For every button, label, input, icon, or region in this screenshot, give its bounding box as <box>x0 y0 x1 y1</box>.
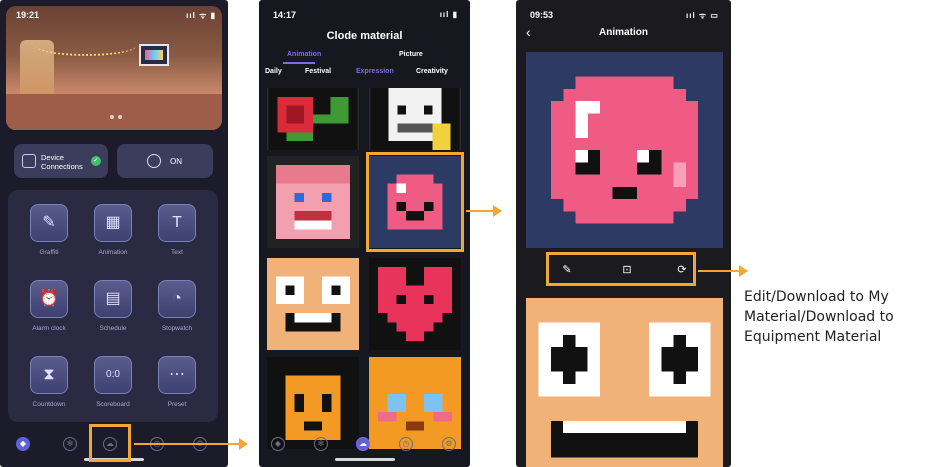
cloud-tab-highlight <box>89 424 131 462</box>
arrow-to-material <box>134 438 248 450</box>
status-icons: ııl ᯤ ▮ <box>186 11 216 20</box>
arrow-to-animation <box>466 205 502 217</box>
category-creativity[interactable]: Creativity <box>416 68 448 75</box>
tile-label: Animation <box>98 249 128 256</box>
tab-picture[interactable]: Picture <box>399 51 423 58</box>
tab-animation[interactable]: Animation <box>287 51 321 58</box>
device-icon <box>22 154 36 168</box>
page-title: Clode material <box>326 30 403 42</box>
device-connections-label: Device Connections <box>41 153 83 171</box>
tile-label: Alarm clock <box>32 325 66 332</box>
home-screen: 19:21 ııl ᯤ ▮ Device Connections ✓ ON ✎ G… <box>0 0 228 467</box>
animation-preview <box>526 52 723 248</box>
timer-icon[interactable]: ◷ <box>399 437 413 451</box>
tile-schedule[interactable]: ▤ Schedule <box>81 280 145 342</box>
scoreboard-icon: 0:0 <box>94 356 132 394</box>
power-on-button[interactable]: ON <box>117 144 213 178</box>
animation-icon: ▦ <box>94 204 132 242</box>
animation-detail-screen: 09:53 ııl ᯤ ▭ ‹ Animation ✎ ⊡ ⟳ <box>516 0 731 467</box>
compass-icon[interactable]: ◆ <box>16 437 30 451</box>
tile-label: Text <box>171 249 183 256</box>
function-grid: ✎ Graffiti ▦ Animation T Text ⏰ Alarm clock ▤ Sch… <box>8 190 218 422</box>
tile-preset[interactable]: ⋯ Preset <box>145 356 209 418</box>
tile-label: Schedule <box>99 325 127 332</box>
category-festival[interactable]: Festival <box>305 68 331 75</box>
status-time: 19:21 <box>16 10 40 20</box>
status-time: 09:53 <box>530 10 554 20</box>
pixel-display-frame <box>139 44 169 66</box>
gear-wheel-icon[interactable]: ✻ <box>314 437 328 451</box>
home-indicator <box>335 458 395 461</box>
thumb-red-heart[interactable] <box>369 258 461 350</box>
thumb-orange-face[interactable] <box>267 258 359 350</box>
tile-stopwatch[interactable]: ◔ Stopwatch <box>145 280 209 342</box>
category-expression[interactable]: Expression <box>356 68 394 75</box>
device-connections-button[interactable]: Device Connections ✓ <box>14 144 108 178</box>
page-title: Animation <box>599 27 648 38</box>
tile-scoreboard[interactable]: 0:0 Scoreboard <box>81 356 145 418</box>
carousel-dots[interactable] <box>108 106 124 124</box>
tile-text[interactable]: T Text <box>145 204 209 266</box>
stopwatch-icon: ◔ <box>158 280 196 318</box>
status-bar: 09:53 ııl ᯤ ▭ <box>516 7 731 21</box>
tile-label: Stopwatch <box>161 325 193 332</box>
arrow-to-caption <box>698 265 748 277</box>
status-bar: 14:17 ııl ▮ <box>259 7 470 21</box>
hourglass-icon: ⧗ <box>30 356 68 394</box>
schedule-icon: ▤ <box>94 280 132 318</box>
gear-wheel-icon[interactable]: ✻ <box>63 437 77 451</box>
settings-icon[interactable]: ⚙ <box>442 437 456 451</box>
room-preview-image <box>6 6 222 130</box>
tile-animation[interactable]: ▦ Animation <box>81 204 145 266</box>
thumb-rose[interactable] <box>267 88 359 150</box>
toolbar-highlight <box>546 252 696 286</box>
compass-icon[interactable]: ◆ <box>271 437 285 451</box>
tile-alarm-clock[interactable]: ⏰ Alarm clock <box>17 280 81 342</box>
cloud-material-icon[interactable]: ☁ <box>356 437 370 451</box>
power-on-label: ON <box>170 157 182 166</box>
text-icon: T <box>158 204 196 242</box>
category-daily[interactable]: Daily <box>265 68 282 75</box>
tile-label: Scoreboard <box>96 401 130 408</box>
active-tab-underline <box>283 62 315 64</box>
instruction-caption: Edit/Download to My Material/Download to… <box>744 289 894 345</box>
tile-label: Countdown <box>32 401 66 408</box>
power-icon <box>147 154 161 168</box>
tile-countdown[interactable]: ⧗ Countdown <box>17 356 81 418</box>
preset-icon: ⋯ <box>158 356 196 394</box>
thumb-skull[interactable] <box>369 88 461 150</box>
bottom-tab-bar: ◆ ✻ ☁ ◷ ⚙ <box>259 427 470 467</box>
alarm-clock-icon: ⏰ <box>30 280 68 318</box>
status-bar: 19:21 ııl ᯤ ▮ <box>0 7 228 21</box>
graffiti-icon: ✎ <box>30 204 68 242</box>
thumb-pink-face[interactable] <box>267 156 359 248</box>
status-icons: ııl ▮ <box>439 10 458 19</box>
tile-graffiti[interactable]: ✎ Graffiti <box>17 204 81 266</box>
status-time: 14:17 <box>273 10 297 20</box>
next-animation-preview <box>526 298 723 467</box>
material-type-tabs: Animation Picture <box>259 51 470 64</box>
selected-thumb-highlight <box>366 152 464 252</box>
garland-lights <box>36 36 136 56</box>
status-icons: ııl ᯤ ▭ <box>686 11 719 20</box>
tile-label: Graffiti <box>39 249 59 256</box>
connected-check-icon: ✓ <box>91 156 101 166</box>
tile-label: Preset <box>167 401 187 408</box>
